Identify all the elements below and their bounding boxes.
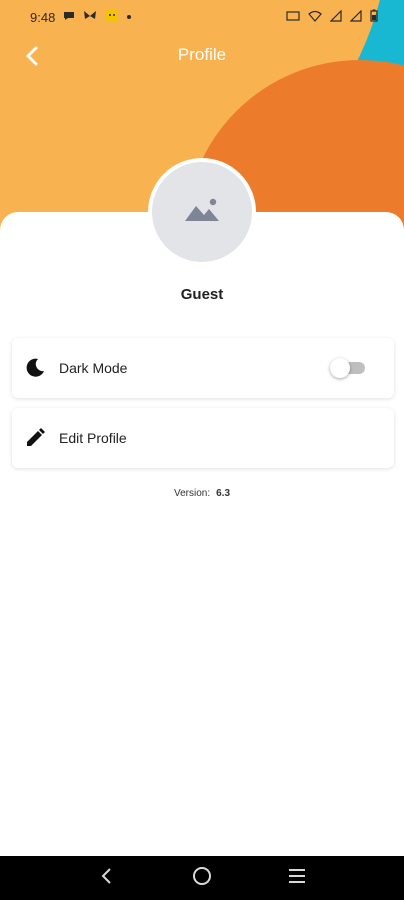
signal-icon [349, 9, 362, 25]
version-value: 6.3 [216, 488, 231, 499]
dark-mode-toggle[interactable] [330, 357, 368, 379]
signal-icon [329, 9, 342, 25]
dark-mode-label: Dark Mode [59, 360, 128, 376]
notification-dot [127, 15, 132, 19]
nav-back-icon [100, 866, 114, 891]
nav-menu-icon [287, 867, 307, 890]
status-left: 9:48 [30, 9, 132, 26]
nav-back-button[interactable] [89, 860, 125, 896]
toggle-thumb [330, 358, 350, 378]
version-label: Version: [173, 488, 211, 499]
content-sheet [0, 212, 404, 856]
dark-mode-row[interactable]: Dark Mode [12, 338, 394, 398]
page-title: Profile [177, 45, 227, 64]
butterfly-icon [83, 10, 97, 25]
image-placeholder-icon [183, 195, 221, 230]
emoji-icon [105, 9, 119, 26]
moon-icon [24, 357, 46, 379]
avatar[interactable] [148, 158, 256, 266]
chat-bubble-icon [63, 10, 75, 25]
status-time: 9:48 [30, 9, 56, 25]
status-right [286, 9, 378, 25]
app-bar: Profile [0, 34, 404, 86]
system-nav-bar [0, 856, 404, 900]
pencil-icon [24, 427, 46, 449]
nav-menu-button[interactable] [279, 860, 315, 896]
status-bar: 9:48 [0, 0, 404, 34]
user-name: Guest [180, 286, 224, 303]
app-version: Version: 6.3 [0, 488, 404, 499]
nav-home-icon [191, 865, 213, 892]
edit-profile-row[interactable]: Edit Profile [12, 408, 394, 468]
nfc-icon [286, 10, 300, 25]
nav-home-button[interactable] [184, 860, 220, 896]
wifi-icon [308, 10, 322, 25]
edit-profile-label: Edit Profile [59, 430, 127, 446]
battery-icon [370, 9, 378, 25]
